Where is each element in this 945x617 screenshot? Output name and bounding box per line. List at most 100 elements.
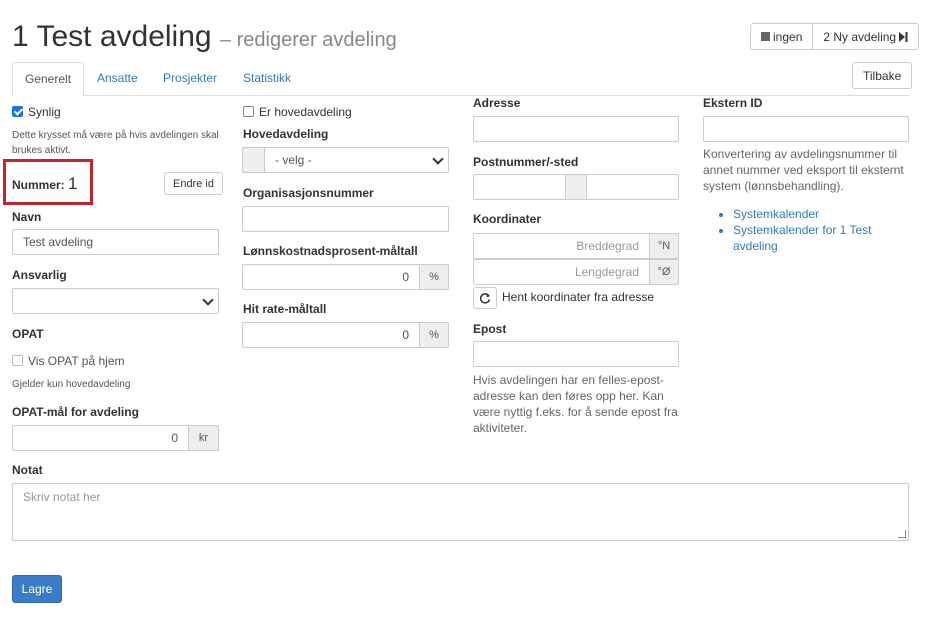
nummer-label: Nummer: <box>12 178 65 192</box>
chevron-down-icon <box>432 153 444 165</box>
epost-help-line: Hvis avdelingen har en felles-epost- <box>473 373 664 387</box>
vis-opat-checkbox-row[interactable]: Vis OPAT på hjem <box>12 354 125 368</box>
notat-placeholder: Skriv notat her <box>23 490 101 504</box>
ekstern-help-line: system (lønnsbehandling). <box>703 179 844 193</box>
tab-label: Ansatte <box>97 71 138 85</box>
adresse-label: Adresse <box>473 96 521 110</box>
lengdegrad-input[interactable]: Lengdegrad <box>473 259 650 285</box>
er-hovedavdeling-checkbox[interactable] <box>243 106 254 117</box>
chevron-down-icon <box>202 294 214 306</box>
breddegrad-input[interactable]: Breddegrad <box>473 233 650 259</box>
epost-label: Epost <box>473 322 507 336</box>
epost-help-line: være nyttig f.eks. for å sende epost fra <box>473 405 678 419</box>
synlig-checkbox[interactable] <box>12 106 23 117</box>
save-button-label: Lagre <box>21 582 53 596</box>
page-subtitle: – redigerer avdeling <box>219 29 397 51</box>
tab-generelt[interactable]: Generelt <box>12 62 85 97</box>
breddegrad-placeholder: Breddegrad <box>576 239 639 253</box>
link-text: Systemkalender for 1 Test <box>733 223 872 237</box>
hent-koordinater-label: Hent koordinater fra adresse <box>502 290 655 304</box>
lonn-unit: % <box>419 264 449 290</box>
tab-label: Statistikk <box>243 71 292 85</box>
tab-ansatte[interactable]: Ansatte <box>85 62 150 96</box>
lonn-input[interactable]: 0 <box>242 264 420 290</box>
hovedavdeling-value: - velg - <box>275 153 312 167</box>
tab-label: Generelt <box>25 72 72 86</box>
opat-maal-unit: kr <box>188 425 219 451</box>
orgnr-label: Organisasjonsnummer <box>243 186 374 200</box>
lengdegrad-placeholder: Lengdegrad <box>574 265 639 279</box>
notat-textarea[interactable]: Skriv notat her <box>12 483 909 541</box>
ekstern-help-line: Konvertering av avdelingsnummer til <box>703 147 898 161</box>
next-record-label: 2 Ny avdeling <box>823 29 897 44</box>
ansvarlig-select[interactable] <box>12 288 219 314</box>
next-record-button[interactable]: 2 Ny avdeling <box>813 23 920 50</box>
resize-grip-icon[interactable] <box>898 530 906 538</box>
endre-id-label: Endre id <box>173 177 214 190</box>
record-navigation: ingen 2 Ny avdeling <box>750 23 920 50</box>
epost-help: Hvis avdelingen har en felles-epost- adr… <box>473 372 678 436</box>
nummer-field: Nummer: 1 <box>12 174 78 194</box>
stop-icon <box>761 32 770 41</box>
tab-statistikk[interactable]: Statistikk <box>231 62 303 96</box>
ekstern-id-help: Konvertering av avdelingsnummer til anne… <box>703 146 904 194</box>
epost-help-line: adresse kan den føres opp her. Kan <box>473 389 664 403</box>
ekstern-id-label: Ekstern ID <box>703 96 763 110</box>
breddegrad-unit: °N <box>649 233 679 259</box>
prev-record-button[interactable]: ingen <box>750 23 814 50</box>
refresh-coordinates-button[interactable] <box>473 287 497 309</box>
hitrate-value: 0 <box>402 328 409 342</box>
hovedavdeling-label: Hovedavdeling <box>243 127 329 141</box>
save-button[interactable]: Lagre <box>12 575 62 603</box>
navn-value: Test avdeling <box>23 235 94 249</box>
nummer-value: 1 <box>68 174 78 193</box>
synlig-checkbox-row[interactable]: Synlig <box>12 105 61 119</box>
lonn-value: 0 <box>402 270 409 284</box>
hitrate-input[interactable]: 0 <box>242 322 420 348</box>
navn-input[interactable]: Test avdeling <box>12 229 219 255</box>
vis-opat-help: Gjelder kun hovedavdeling <box>12 379 131 390</box>
hovedavdeling-select[interactable]: - velg - <box>264 147 449 173</box>
page-title: 1 Test avdeling – redigerer avdeling <box>12 20 397 54</box>
opat-maal-value: 0 <box>171 431 178 445</box>
skip-next-icon <box>899 31 908 42</box>
ansvarlig-label: Ansvarlig <box>12 268 67 282</box>
adresse-input[interactable] <box>473 116 679 142</box>
link-text: avdeling <box>733 239 778 253</box>
hitrate-label: Hit rate-måltall <box>243 302 327 316</box>
tab-prosjekter[interactable]: Prosjekter <box>151 62 229 96</box>
postnummer-input[interactable] <box>473 174 566 200</box>
lengdegrad-unit: °Ø <box>649 259 679 285</box>
page-title-text: 1 Test avdeling <box>12 20 212 53</box>
refresh-icon <box>479 293 491 304</box>
er-hovedavdeling-checkbox-row[interactable]: Er hovedavdeling <box>243 105 352 119</box>
notat-label: Notat <box>12 463 43 477</box>
navn-label: Navn <box>12 210 42 224</box>
koordinater-label: Koordinater <box>473 212 542 226</box>
synlig-label: Synlig <box>28 105 61 119</box>
link-text: Systemkalender <box>733 207 820 221</box>
epost-help-line: aktiviteter. <box>473 421 528 435</box>
synlig-help-line: Dette krysset må være på hvis avdelingen… <box>12 130 219 141</box>
systemkalender-link[interactable]: Systemkalender <box>733 206 909 222</box>
synlig-help: Dette krysset må være på hvis avdelingen… <box>12 128 219 158</box>
epost-input[interactable] <box>473 341 679 367</box>
opat-maal-input[interactable]: 0 <box>12 425 189 451</box>
vis-opat-checkbox[interactable] <box>12 355 23 366</box>
opat-maal-label: OPAT-mål for avdeling <box>12 405 139 419</box>
tab-bar: Generelt Ansatte Prosjekter Statistikk <box>12 62 909 97</box>
ekstern-help-line: annet nummer ved eksport til eksternt <box>703 163 904 177</box>
calendar-links: Systemkalender Systemkalender for 1 Test… <box>703 206 909 254</box>
poststed-input[interactable] <box>586 174 679 200</box>
postnr-label: Postnummer/-sted <box>473 155 579 169</box>
endre-id-button[interactable]: Endre id <box>164 172 223 195</box>
orgnr-input[interactable] <box>242 206 449 232</box>
synlig-help-line: brukes aktivt. <box>12 145 71 156</box>
systemkalender-avdeling-link[interactable]: Systemkalender for 1 Test avdeling <box>733 222 909 254</box>
ekstern-id-input[interactable] <box>703 116 909 142</box>
hovedavdeling-color-swatch <box>242 147 265 173</box>
lonn-label: Lønnskostnadsprosent-måltall <box>243 244 418 258</box>
tab-label: Prosjekter <box>163 71 218 85</box>
prev-record-label: ingen <box>773 29 803 44</box>
postnr-separator <box>565 174 587 200</box>
